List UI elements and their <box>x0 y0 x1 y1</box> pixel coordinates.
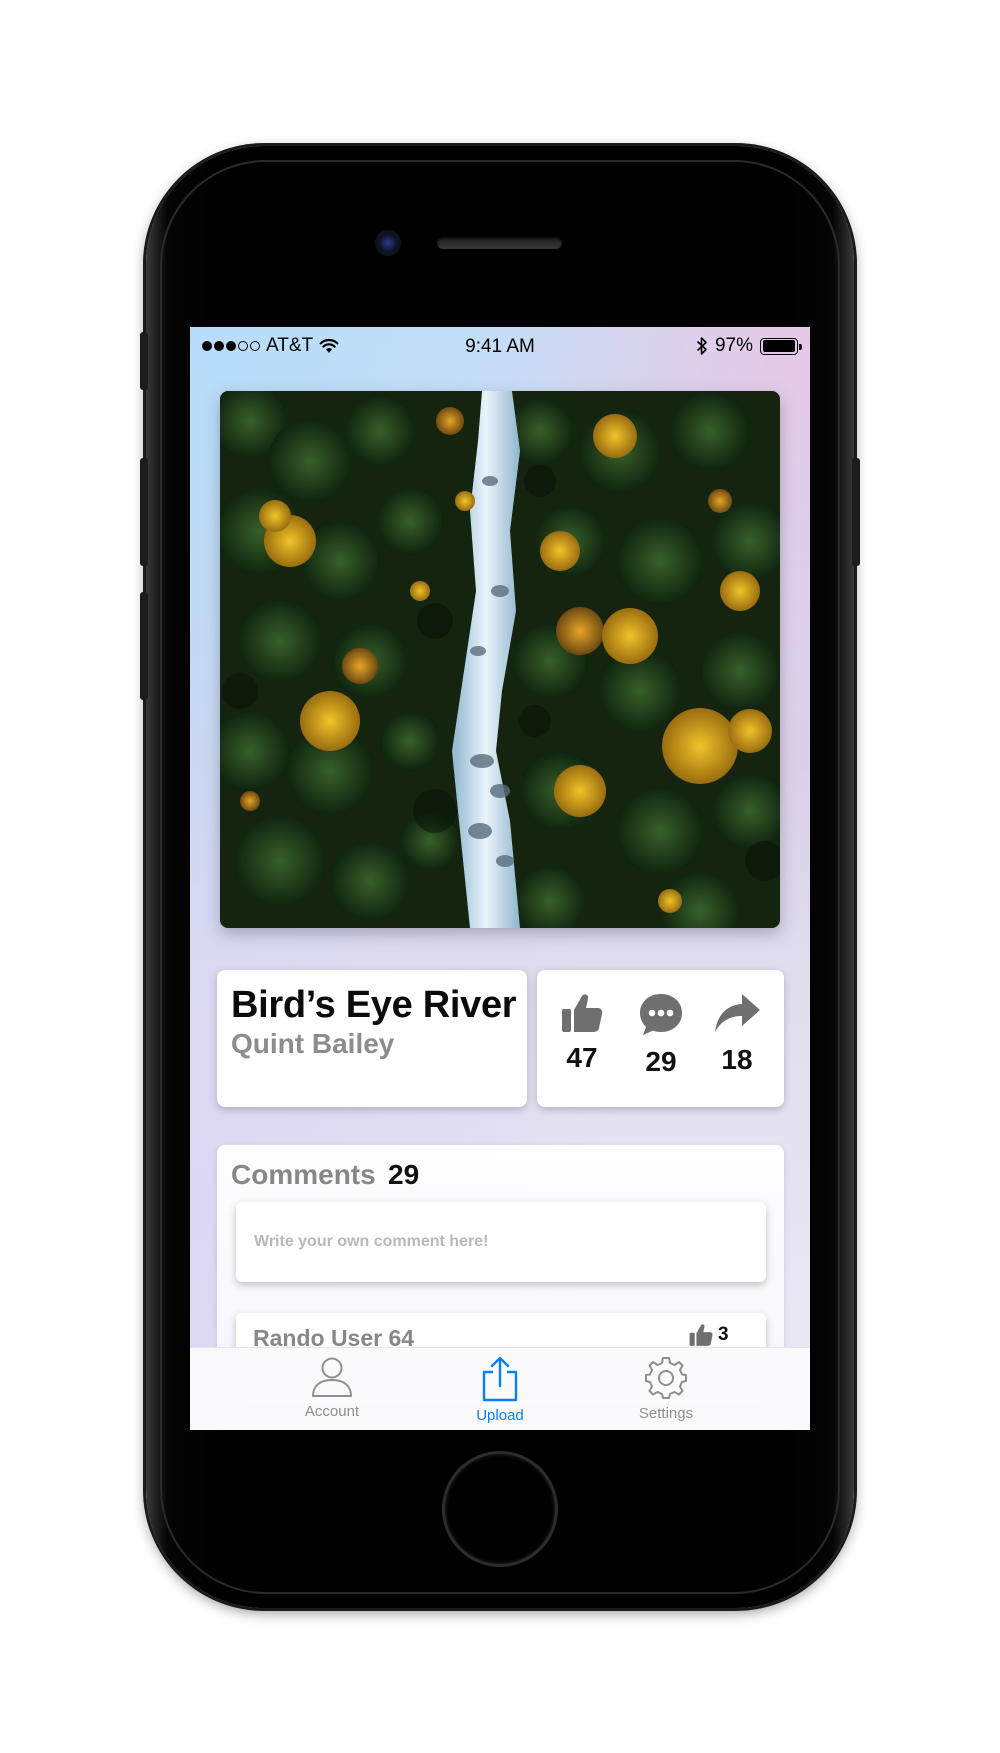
photo-stats-card: 47 29 18 <box>537 970 784 1107</box>
silent-switch <box>140 332 148 390</box>
volume-up-button <box>140 458 148 566</box>
battery-icon <box>760 337 802 355</box>
comment-bubble-icon <box>640 994 682 1035</box>
likes-count: 47 <box>566 1042 598 1073</box>
comment-like-count: 3 <box>718 1324 729 1345</box>
upload-icon <box>482 1356 518 1402</box>
bluetooth-icon <box>696 337 707 355</box>
comments-heading: Comments <box>231 1159 376 1190</box>
earpiece-speaker <box>437 237 562 249</box>
tab-upload[interactable]: Upload <box>445 1356 555 1424</box>
app-screen: AT&T 9:41 AM 97% Bird’s Eye River Quint … <box>190 327 810 1430</box>
gear-icon <box>645 1357 687 1399</box>
tab-account[interactable]: Account <box>277 1356 387 1420</box>
tab-label-account: Account <box>304 1403 360 1420</box>
front-camera <box>375 230 401 256</box>
shares-count: 18 <box>721 1044 753 1075</box>
comments-stat-count: 29 <box>645 1046 677 1077</box>
post-photo[interactable] <box>220 391 780 928</box>
thumbs-up-icon <box>689 1324 713 1346</box>
tab-bar: Account Upload Settings <box>190 1347 810 1430</box>
home-button[interactable] <box>442 1451 558 1567</box>
tab-label-settings: Settings <box>638 1405 694 1422</box>
share-arrow-icon <box>715 994 760 1032</box>
battery-percent: 97% <box>714 335 753 356</box>
photo-title: Bird’s Eye River <box>231 984 517 1026</box>
battery-level <box>762 340 795 352</box>
thumbs-up-icon <box>562 994 603 1032</box>
like-button[interactable]: 47 <box>547 992 617 1074</box>
river-photo-image <box>220 391 780 928</box>
comment-like-button[interactable]: 3 <box>688 1323 729 1347</box>
comments-button[interactable]: 29 <box>626 992 696 1078</box>
comments-count: 29 <box>388 1159 420 1190</box>
volume-down-button <box>140 592 148 700</box>
status-right: 97% <box>696 335 802 357</box>
power-button <box>852 458 860 566</box>
tab-label-upload: Upload <box>476 1407 524 1424</box>
photo-info-card: Bird’s Eye River Quint Bailey <box>217 970 527 1107</box>
tab-settings[interactable]: Settings <box>611 1356 721 1422</box>
person-icon <box>312 1357 352 1397</box>
status-bar: AT&T 9:41 AM 97% <box>190 327 810 367</box>
photo-author[interactable]: Quint Bailey <box>231 1028 394 1060</box>
comment-input[interactable] <box>236 1202 766 1282</box>
battery-cap <box>799 343 802 350</box>
share-button[interactable]: 18 <box>702 992 772 1076</box>
